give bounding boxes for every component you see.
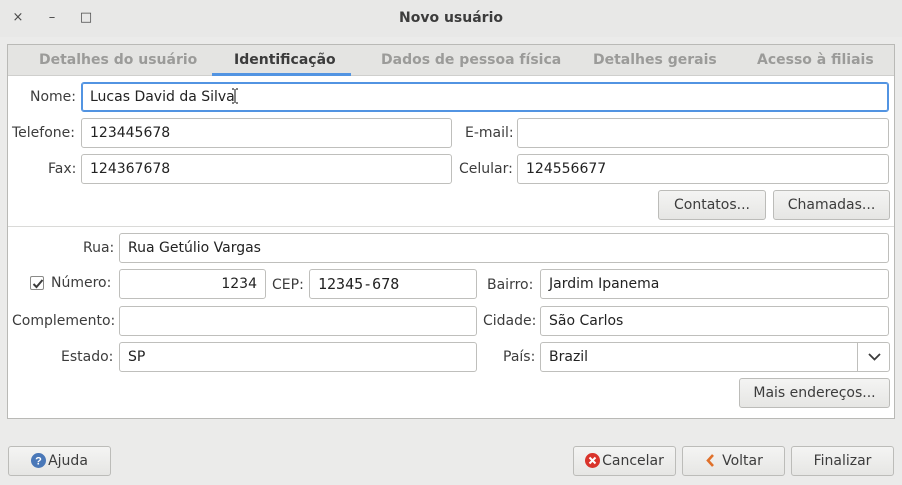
finalizar-button[interactable]: Finalizar [791,446,894,476]
cancelar-button[interactable]: Cancelar [573,446,676,476]
back-arrow-icon [706,454,715,467]
contatos-button[interactable]: Contatos... [658,190,766,220]
tab-bar: Detalhes do usuário Identificação Dados … [8,45,894,76]
numero-input[interactable]: 1234 [119,269,266,299]
tab-identificacao[interactable]: Identificação [234,52,336,68]
cancelar-label: Cancelar [602,453,664,469]
telefone-input[interactable]: 123445678 [81,118,452,148]
ajuda-label: Ajuda [48,453,88,469]
bairro-label: Bairro: [487,277,534,293]
email-input[interactable] [517,118,889,148]
window-title: Novo usuário [399,10,503,26]
voltar-button[interactable]: Voltar [682,446,785,476]
rua-label: Rua: [83,240,115,256]
text-cursor-icon [232,88,238,104]
rua-input[interactable]: Rua Getúlio Vargas [119,233,889,263]
pais-select[interactable]: Brazil [540,342,890,372]
tab-acesso-filiais[interactable]: Acesso à filiais [757,52,874,68]
estado-input[interactable]: SP [119,342,477,372]
chamadas-button[interactable]: Chamadas... [773,190,890,220]
email-label: E-mail: [465,125,514,141]
active-tab-indicator [212,73,351,76]
cidade-label: Cidade: [483,313,537,329]
voltar-label: Voltar [722,453,763,469]
cancel-icon [585,453,601,468]
complemento-input[interactable] [119,306,477,336]
tab-detalhes-gerais[interactable]: Detalhes gerais [593,52,717,68]
help-icon: ? [31,453,47,468]
fax-label: Fax: [48,161,77,177]
bairro-input[interactable]: Jardim Ipanema [540,269,889,299]
fax-input[interactable]: 124367678 [81,154,452,184]
numero-label: Número: [51,275,112,291]
svg-text:?: ? [35,456,42,468]
numero-checkbox[interactable] [30,276,44,290]
mais-enderecos-button[interactable]: Mais endereços... [739,378,890,408]
title-bar: × – □ Novo usuário [0,0,902,37]
chevron-down-icon [868,353,881,361]
telefone-label: Telefone: [12,125,75,141]
cidade-input[interactable]: São Carlos [540,306,889,336]
cep-input[interactable]: 12345-678 [309,269,477,299]
complemento-label: Complemento: [12,313,116,329]
tab-detalhes-do-usuario[interactable]: Detalhes do usuário [39,52,197,68]
section-divider [8,226,894,227]
ajuda-button[interactable]: ? Ajuda [8,446,111,476]
checkmark-icon [32,279,44,289]
celular-label: Celular: [459,161,513,177]
cep-label: CEP: [272,277,304,293]
pais-label: País: [503,349,536,365]
pais-dropdown-button[interactable] [857,342,890,372]
nome-label: Nome: [30,89,77,105]
tab-dados-de-pessoa-fisica[interactable]: Dados de pessoa física [381,52,561,68]
nome-input[interactable]: Lucas David da Silva [81,82,889,112]
estado-label: Estado: [61,349,114,365]
celular-input[interactable]: 124556677 [517,154,889,184]
